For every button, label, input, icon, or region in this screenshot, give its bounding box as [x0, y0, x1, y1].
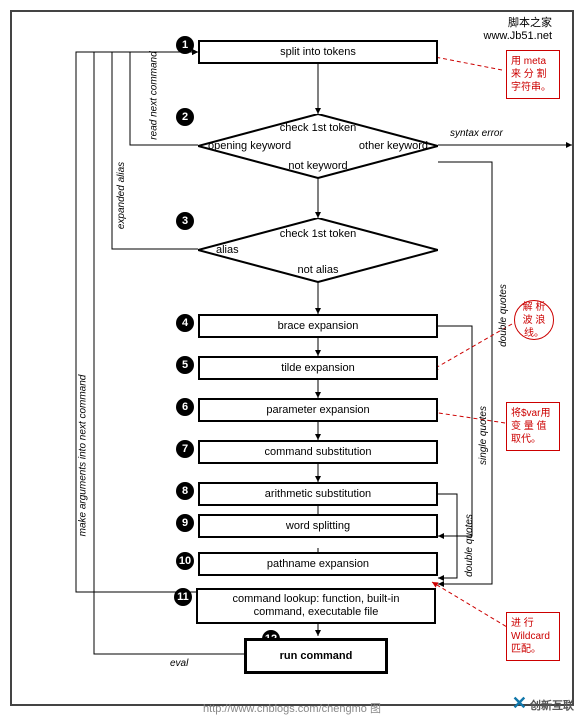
step-7-box: command substitution: [198, 440, 438, 464]
step-6-box: parameter expansion: [198, 398, 438, 422]
step-1-box: split into tokens: [198, 40, 438, 64]
step-3-diamond: check 1st token alias not alias: [198, 218, 438, 283]
step-2-right: other keyword: [318, 140, 428, 152]
step-number-3: 3: [176, 212, 194, 230]
step-4-label: brace expansion: [278, 320, 359, 332]
step-number-8: 8: [176, 482, 194, 500]
step-5-box: tilde expansion: [198, 356, 438, 380]
diagram-frame: 脚本之家 www.Jb51.net 1 split into tokens 2 …: [10, 10, 574, 706]
step-9-box: word splitting: [198, 514, 438, 538]
header: 脚本之家 www.Jb51.net: [484, 14, 552, 42]
step-3-top: check 1st token: [198, 228, 438, 240]
step-1-label: split into tokens: [280, 46, 356, 58]
step-number-10: 10: [176, 552, 194, 570]
brand-text: 创新互联: [530, 700, 574, 712]
step-number-6: 6: [176, 398, 194, 416]
step-2-bottom: not keyword: [198, 160, 438, 172]
step-7-label: command substitution: [265, 446, 372, 458]
step-5-label: tilde expansion: [281, 362, 354, 374]
step-number-5: 5: [176, 356, 194, 374]
step-6-label: parameter expansion: [266, 404, 369, 416]
step-2-top: check 1st token: [198, 122, 438, 134]
step-9-label: word splitting: [286, 520, 350, 532]
step-2-diamond: check 1st token opening keyword other ke…: [198, 114, 438, 179]
step-number-1: 1: [176, 36, 194, 54]
header-line2: www.Jb51.net: [484, 30, 552, 42]
step-number-7: 7: [176, 440, 194, 458]
step-8-box: arithmetic substitution: [198, 482, 438, 506]
step-number-9: 9: [176, 514, 194, 532]
brand-logo: ✕ 创新互联: [512, 693, 574, 714]
step-3-left: alias: [216, 244, 276, 256]
step-10-box: pathname expansion: [198, 552, 438, 576]
step-number-4: 4: [176, 314, 194, 332]
step-2-left: opening keyword: [208, 140, 318, 152]
header-line1: 脚本之家: [484, 14, 552, 30]
step-3-bottom: not alias: [198, 264, 438, 276]
step-number-2: 2: [176, 108, 194, 126]
footer-url: http://www.cnblogs.com/chengmo 图: [0, 700, 584, 716]
step-8-label: arithmetic substitution: [265, 488, 371, 500]
step-10-label: pathname expansion: [267, 558, 369, 570]
step-4-box: brace expansion: [198, 314, 438, 338]
